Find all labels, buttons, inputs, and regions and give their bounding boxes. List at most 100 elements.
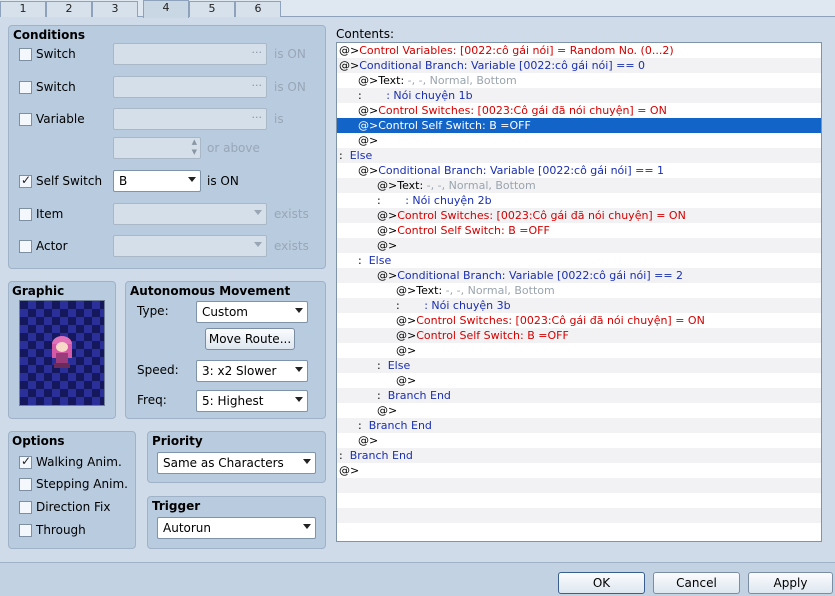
switch2-checkbox[interactable] bbox=[19, 80, 32, 94]
through-row[interactable]: Through bbox=[19, 520, 86, 540]
command-prefix: @> bbox=[339, 464, 360, 477]
tab-5[interactable]: 5 bbox=[189, 1, 235, 17]
command-line[interactable]: @>Text: -, -, Normal, Bottom bbox=[337, 178, 821, 193]
command-line[interactable]: : : Nói chuyện 3b bbox=[337, 298, 821, 313]
command-line[interactable]: : : Nói chuyện 1b bbox=[337, 88, 821, 103]
direction-fix-row[interactable]: Direction Fix bbox=[19, 497, 111, 517]
command-line[interactable]: : Else bbox=[337, 358, 821, 373]
variable-field[interactable]: ··· bbox=[113, 108, 267, 130]
command-line[interactable]: @>Control Self Switch: B =OFF bbox=[337, 328, 821, 343]
command-line[interactable]: @> bbox=[337, 463, 821, 478]
ok-button[interactable]: OK bbox=[558, 572, 645, 594]
command-line[interactable]: @>Conditional Branch: Variable [0022:cô … bbox=[337, 268, 821, 283]
chevron-down-icon bbox=[254, 210, 262, 215]
actor-suffix: exists bbox=[274, 239, 309, 253]
command-line[interactable]: @> bbox=[337, 133, 821, 148]
priority-value: Same as Characters bbox=[163, 456, 284, 470]
command-line[interactable]: @> bbox=[337, 343, 821, 358]
command-line[interactable]: @>Conditional Branch: Variable [0022:cô … bbox=[337, 163, 821, 178]
move-route-button[interactable]: Move Route... bbox=[205, 328, 295, 350]
command-text: Else bbox=[342, 149, 373, 162]
walking-anim-label: Walking Anim. bbox=[36, 455, 122, 469]
command-line[interactable]: @> bbox=[337, 433, 821, 448]
through-checkbox[interactable] bbox=[19, 523, 32, 537]
command-line[interactable]: @>Control Switches: [0023:Cô gái đã nói … bbox=[337, 208, 821, 223]
spin-down-icon[interactable]: ▼ bbox=[192, 148, 197, 156]
command-line[interactable]: @>Text: -, -, Normal, Bottom bbox=[337, 73, 821, 88]
command-line[interactable]: @>Control Switches: [0023:Cô gái đã nói … bbox=[337, 103, 821, 118]
apply-button[interactable]: Apply bbox=[748, 572, 833, 594]
walking-anim-row[interactable]: Walking Anim. bbox=[19, 452, 122, 472]
stepping-anim-row[interactable]: Stepping Anim. bbox=[19, 474, 128, 494]
variable-checkbox-row[interactable]: Variable bbox=[19, 109, 85, 129]
command-line[interactable]: @> bbox=[337, 403, 821, 418]
switch2-checkbox-row[interactable]: Switch bbox=[19, 77, 76, 97]
command-prefix: @> bbox=[358, 164, 379, 177]
switch2-label: Switch bbox=[36, 80, 76, 94]
command-prefix: @> bbox=[396, 344, 417, 357]
priority-select[interactable]: Same as Characters bbox=[157, 452, 316, 474]
tab-2[interactable]: 2 bbox=[46, 1, 92, 17]
tab-4[interactable]: 4 bbox=[143, 0, 189, 18]
chevron-down-icon bbox=[295, 308, 303, 313]
walking-anim-checkbox[interactable] bbox=[19, 454, 32, 469]
command-line[interactable]: : Else bbox=[337, 253, 821, 268]
variable-checkbox[interactable] bbox=[19, 112, 32, 126]
command-text: Control Self Switch: B =OFF bbox=[397, 224, 550, 237]
command-text: Text: bbox=[416, 284, 446, 297]
direction-fix-checkbox[interactable] bbox=[19, 500, 32, 514]
command-text: Control Self Switch: B =OFF bbox=[416, 329, 569, 342]
command-line[interactable]: : Branch End bbox=[337, 448, 821, 463]
command-line[interactable]: @>Conditional Branch: Variable [0022:cô … bbox=[337, 58, 821, 73]
command-line[interactable]: @>Control Variables: [0022:cô gái nói] =… bbox=[337, 43, 821, 58]
trigger-select[interactable]: Autorun bbox=[157, 517, 316, 539]
stepping-anim-checkbox[interactable] bbox=[19, 477, 32, 491]
command-line[interactable]: : Else bbox=[337, 148, 821, 163]
command-params: -, -, Normal, Bottom bbox=[426, 179, 536, 192]
command-line[interactable]: @> bbox=[337, 373, 821, 388]
autonomous-title: Autonomous Movement bbox=[130, 284, 291, 298]
command-line[interactable]: @>Control Self Switch: B =OFF bbox=[337, 223, 821, 238]
item-label: Item bbox=[36, 207, 64, 221]
actor-checkbox-row[interactable]: Actor bbox=[19, 236, 68, 256]
command-prefix: @> bbox=[377, 224, 398, 237]
trigger-value: Autorun bbox=[163, 521, 212, 535]
tab-1[interactable]: 1 bbox=[0, 1, 46, 17]
command-line[interactable]: : Branch End bbox=[337, 418, 821, 433]
actor-checkbox[interactable] bbox=[19, 239, 32, 253]
command-text: Conditional Branch: Variable [0022:cô gá… bbox=[359, 59, 646, 72]
command-prefix: @> bbox=[396, 374, 417, 387]
command-prefix: @> bbox=[377, 404, 398, 417]
command-line[interactable]: @>Text: -, -, Normal, Bottom bbox=[337, 283, 821, 298]
ellipsis-icon: ··· bbox=[251, 111, 263, 124]
command-line[interactable]: @>Control Self Switch: B =OFF bbox=[337, 118, 821, 133]
item-suffix: exists bbox=[274, 207, 309, 221]
actor-select[interactable] bbox=[113, 235, 267, 257]
tab-6[interactable]: 6 bbox=[235, 1, 281, 17]
command-line[interactable]: @> bbox=[337, 238, 821, 253]
spin-up-icon[interactable]: ▲ bbox=[192, 138, 197, 146]
switch2-field[interactable]: ··· bbox=[113, 76, 267, 98]
command-line[interactable]: : Branch End bbox=[337, 388, 821, 403]
switch1-checkbox-row[interactable]: Switch bbox=[19, 44, 76, 64]
cancel-button[interactable]: Cancel bbox=[653, 572, 740, 594]
event-commands-list[interactable]: @>Control Variables: [0022:cô gái nói] =… bbox=[336, 42, 822, 542]
command-line[interactable]: @>Control Switches: [0023:Cô gái đã nói … bbox=[337, 313, 821, 328]
tab-3[interactable]: 3 bbox=[92, 1, 138, 17]
command-line[interactable]: : : Nói chuyện 2b bbox=[337, 193, 821, 208]
type-select[interactable]: Custom bbox=[196, 301, 308, 323]
self-switch-checkbox-row[interactable]: Self Switch bbox=[19, 171, 102, 191]
variable-label: Variable bbox=[36, 112, 85, 126]
switch1-field[interactable]: ··· bbox=[113, 43, 267, 65]
self-switch-select[interactable]: B bbox=[113, 170, 201, 192]
graphic-preview[interactable] bbox=[19, 300, 105, 406]
command-text: Control Switches: [0023:Cô gái đã nói ch… bbox=[416, 314, 705, 327]
item-checkbox-row[interactable]: Item bbox=[19, 204, 63, 224]
item-select[interactable] bbox=[113, 203, 267, 225]
freq-select[interactable]: 5: Highest bbox=[196, 390, 308, 412]
speed-select[interactable]: 3: x2 Slower bbox=[196, 360, 308, 382]
switch1-checkbox[interactable] bbox=[19, 47, 32, 61]
self-switch-checkbox[interactable] bbox=[19, 173, 32, 188]
variable-value-spinner[interactable]: ▲ ▼ bbox=[113, 137, 201, 159]
item-checkbox[interactable] bbox=[19, 207, 32, 221]
